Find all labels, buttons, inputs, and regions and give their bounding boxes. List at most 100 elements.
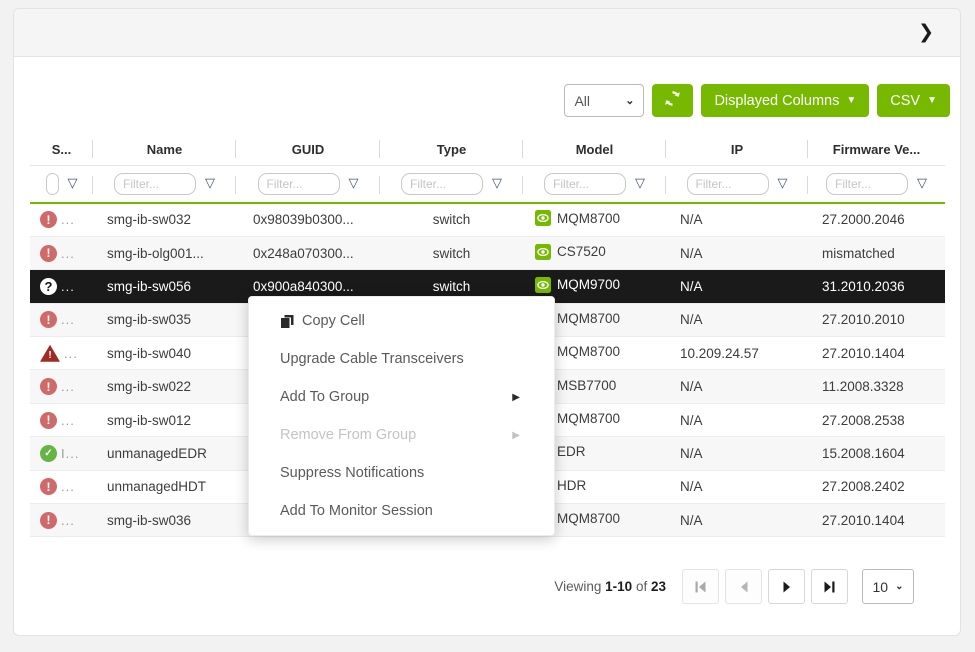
filter-scope-select[interactable]: All ⌄ xyxy=(564,84,644,117)
filter-input[interactable] xyxy=(258,173,340,195)
filter-funnel-icon[interactable]: ▽ xyxy=(917,177,927,190)
error-icon: ! xyxy=(40,512,57,529)
filter-funnel-icon[interactable]: ▽ xyxy=(205,177,215,190)
submenu-arrow-icon: ▶ xyxy=(512,392,520,403)
filter-funnel-icon[interactable]: ▽ xyxy=(68,177,78,190)
firmware-cell: 27.2008.2402 xyxy=(808,470,945,503)
type-cell: switch xyxy=(380,236,523,269)
firmware-cell: 27.2010.1404 xyxy=(808,504,945,537)
chevron-down-icon: ⌄ xyxy=(625,94,634,107)
model-cell: MQM8700 xyxy=(523,203,666,236)
filter-input[interactable] xyxy=(46,173,59,195)
filter-funnel-icon[interactable]: ▽ xyxy=(492,177,502,190)
filter-funnel-icon[interactable]: ▽ xyxy=(778,177,788,190)
csv-export-button[interactable]: CSV ▼ xyxy=(877,84,950,117)
menu-item-suppress-notifications[interactable]: Suppress Notifications xyxy=(249,454,554,492)
ip-cell: N/A xyxy=(666,270,808,303)
status-truncated-text: ... xyxy=(61,379,75,394)
column-header[interactable]: IP xyxy=(666,134,808,165)
csv-label: CSV xyxy=(890,93,920,109)
status-cell: !... xyxy=(30,504,93,537)
refresh-button[interactable] xyxy=(652,84,693,117)
error-icon: ! xyxy=(40,478,57,495)
firmware-cell: 27.2010.1404 xyxy=(808,337,945,370)
filter-cell: ▽ xyxy=(30,165,93,203)
filter-input[interactable] xyxy=(687,173,769,195)
first-page-icon xyxy=(694,581,707,593)
previous-page-icon xyxy=(739,581,749,593)
filter-input[interactable] xyxy=(114,173,196,195)
status-truncated-text: ... xyxy=(61,479,75,494)
displayed-columns-button[interactable]: Displayed Columns ▼ xyxy=(701,84,869,117)
last-page-button[interactable] xyxy=(811,569,848,604)
filter-input[interactable] xyxy=(826,173,908,195)
menu-item-label: Add To Monitor Session xyxy=(280,503,433,519)
name-cell: smg-ib-sw032 xyxy=(93,203,236,236)
page-size-select[interactable]: 10 ⌄ xyxy=(862,569,914,604)
model-name: MQM8700 xyxy=(557,311,620,326)
viewing-range: 1-10 xyxy=(605,579,632,594)
column-header[interactable]: S... xyxy=(30,134,93,165)
guid-cell: 0x248a070300... xyxy=(236,236,380,269)
column-header[interactable]: Type xyxy=(380,134,523,165)
filter-funnel-icon[interactable]: ▽ xyxy=(635,177,645,190)
table-row[interactable]: !...smg-ib-olg001...0x248a070300...switc… xyxy=(30,236,945,269)
column-header[interactable]: Name xyxy=(93,134,236,165)
model-name: CS7520 xyxy=(557,244,606,259)
panel-header: ❯ xyxy=(14,9,960,57)
nvidia-logo-icon xyxy=(535,277,551,293)
ip-cell: N/A xyxy=(666,437,808,470)
next-page-button[interactable] xyxy=(768,569,805,604)
nvidia-logo-icon xyxy=(535,244,551,260)
error-icon: ! xyxy=(40,211,57,228)
column-header[interactable]: GUID xyxy=(236,134,380,165)
menu-item-add-to-monitor-session[interactable]: Add To Monitor Session xyxy=(249,492,554,530)
filter-input[interactable] xyxy=(544,173,626,195)
menu-item-add-to-group[interactable]: Add To Group ▶ xyxy=(249,378,554,416)
status-truncated-text: ... xyxy=(61,513,75,528)
ip-cell: N/A xyxy=(666,203,808,236)
status-cell: !... xyxy=(30,303,93,336)
previous-page-button xyxy=(725,569,762,604)
firmware-cell: 11.2008.3328 xyxy=(808,370,945,403)
name-cell: smg-ib-olg001... xyxy=(93,236,236,269)
status-cell: ✓I... xyxy=(30,437,93,470)
menu-item-copy-cell[interactable]: Copy Cell xyxy=(249,302,554,340)
status-cell: !... xyxy=(30,236,93,269)
column-header[interactable]: Firmware Ve... xyxy=(808,134,945,165)
status-truncated-text: ... xyxy=(61,312,75,327)
firmware-cell: 27.2010.2010 xyxy=(808,303,945,336)
nvidia-logo-icon xyxy=(535,210,551,226)
model-name: MSB7700 xyxy=(557,378,616,393)
row-context-menu: Copy CellUpgrade Cable TransceiversAdd T… xyxy=(248,296,555,536)
filter-input[interactable] xyxy=(401,173,483,195)
name-cell: smg-ib-sw040 xyxy=(93,337,236,370)
error-icon: ! xyxy=(40,311,57,328)
header-row: S...NameGUIDTypeModelIPFirmware Ve... xyxy=(30,134,945,165)
status-truncated-text: ... xyxy=(64,346,78,361)
status-cell: !... xyxy=(30,370,93,403)
table-row[interactable]: !...smg-ib-sw0320x98039b0300...switchMQM… xyxy=(30,203,945,236)
status-cell: !... xyxy=(30,203,93,236)
chevron-down-icon: ⌄ xyxy=(895,581,903,592)
menu-item-upgrade-cable-transceivers[interactable]: Upgrade Cable Transceivers xyxy=(249,340,554,378)
name-cell: unmanagedHDT xyxy=(93,470,236,503)
firmware-cell: 27.2008.2538 xyxy=(808,403,945,436)
menu-item-label: Add To Group xyxy=(280,389,369,405)
filter-cell: ▽ xyxy=(236,165,380,203)
filter-funnel-icon[interactable]: ▽ xyxy=(349,177,359,190)
filter-cell: ▽ xyxy=(808,165,945,203)
column-header[interactable]: Model xyxy=(523,134,666,165)
error-icon: ! xyxy=(40,378,57,395)
name-cell: smg-ib-sw012 xyxy=(93,403,236,436)
firmware-cell: 31.2010.2036 xyxy=(808,270,945,303)
name-cell: unmanagedEDR xyxy=(93,437,236,470)
guid-cell: 0x98039b0300... xyxy=(236,203,380,236)
filter-row: ▽ ▽ ▽ ▽ ▽ ▽ ▽ xyxy=(30,165,945,203)
pagination-bar: Viewing 1-10 of 23 xyxy=(30,537,944,604)
status-cell: !... xyxy=(30,337,93,370)
collapse-panel-chevron-icon[interactable]: ❯ xyxy=(918,23,934,42)
refresh-icon xyxy=(664,90,681,111)
firmware-cell: mismatched xyxy=(808,236,945,269)
ip-cell: N/A xyxy=(666,303,808,336)
